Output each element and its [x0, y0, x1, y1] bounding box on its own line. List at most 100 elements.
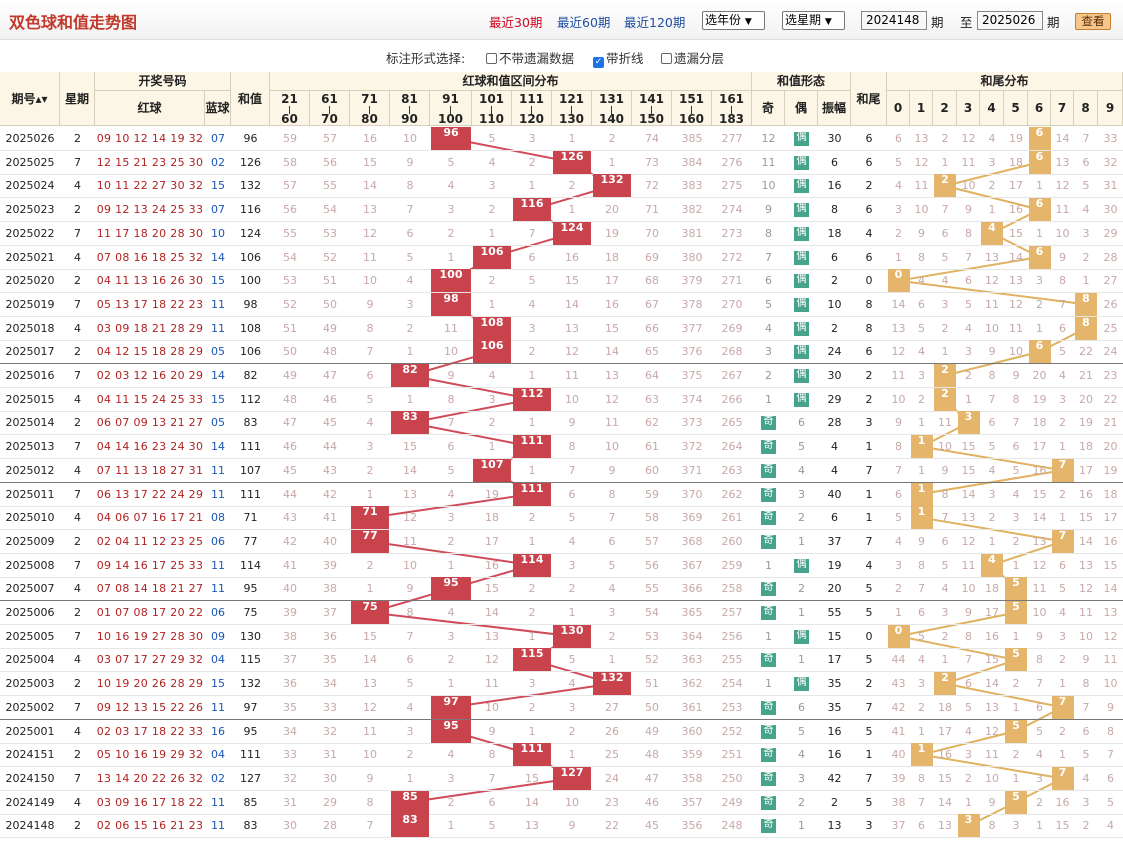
- miss-count: 46: [283, 440, 297, 454]
- tail-miss-count: 11: [985, 748, 999, 762]
- tail-miss-count: 26: [1103, 297, 1118, 311]
- blue-ball: 09: [211, 629, 225, 643]
- checkbox[interactable]: [661, 53, 672, 64]
- week-select[interactable]: 选星期 ▼: [782, 11, 845, 30]
- tail-hit-cell: 1: [910, 482, 933, 506]
- tail-miss-count: 14: [1103, 582, 1118, 596]
- header-range-2: 71 | 80: [350, 91, 390, 126]
- amplitude: 4: [831, 463, 838, 477]
- miss-count: 264: [721, 440, 743, 454]
- link-recent-60[interactable]: 最近60期: [557, 12, 610, 31]
- tail-miss-count: 3: [965, 748, 972, 762]
- tail-miss-count: 9: [918, 534, 925, 548]
- miss-count: 43: [283, 511, 297, 525]
- sum-value: 116: [240, 203, 261, 217]
- tail-miss-count: 4: [988, 132, 996, 145]
- miss-count: 12: [605, 392, 619, 406]
- issue-number: 2024151: [5, 748, 55, 762]
- link-recent-120[interactable]: 最近120期: [624, 12, 685, 31]
- tail-miss-count: 3: [895, 203, 902, 217]
- miss-count: 53: [323, 226, 337, 240]
- even-badge: 偶: [794, 226, 809, 241]
- header-odd: 奇: [752, 91, 785, 126]
- sum-hit-cell: 112: [513, 387, 551, 411]
- tail-miss-count: 10: [985, 321, 999, 335]
- tail-miss-count: 12: [985, 274, 999, 288]
- miss-count: 383: [681, 179, 703, 193]
- tail-miss-count: 15: [1103, 558, 1118, 572]
- amplitude: 4: [831, 440, 838, 454]
- tail-hit-cell: 6: [1028, 127, 1051, 150]
- miss-count: 273: [721, 226, 743, 240]
- miss-count: 59: [283, 132, 297, 145]
- miss-count: 1: [406, 392, 414, 406]
- tail-miss-count: 2: [1082, 819, 1090, 833]
- miss-count: 42: [283, 534, 297, 548]
- tail-hit-cell: 1: [910, 743, 933, 767]
- miss-count: 34: [323, 677, 337, 691]
- miss-count: 43: [323, 463, 337, 477]
- option-no-miss[interactable]: 不带遗漏数据: [486, 48, 574, 67]
- weekday: 2: [74, 606, 81, 619]
- miss-count: 6: [366, 369, 374, 382]
- miss-count: 11: [363, 724, 377, 738]
- issue-number: 2025005: [5, 629, 55, 643]
- miss-count: 1: [568, 203, 576, 217]
- miss-count: 1: [528, 724, 536, 738]
- tail-miss-count: 14: [985, 677, 999, 691]
- tail-hit-cell: 2: [934, 364, 956, 387]
- sum-value: 108: [240, 321, 261, 335]
- checkbox-checked[interactable]: ✓: [593, 57, 604, 68]
- weekday: 4: [74, 179, 81, 193]
- tail-miss-count: 18: [1103, 487, 1118, 501]
- tail-miss-count: 5: [1082, 748, 1090, 762]
- miss-count: 52: [645, 653, 659, 667]
- to-issue-input[interactable]: 2025026: [977, 11, 1043, 30]
- checkbox[interactable]: [486, 53, 497, 64]
- query-button[interactable]: 查看: [1075, 13, 1111, 30]
- tail-miss-count: 1: [1082, 274, 1090, 288]
- miss-count: 2: [366, 463, 374, 477]
- tail-miss-count: 6: [895, 132, 902, 145]
- even-miss: 1: [798, 819, 805, 833]
- tail-miss-count: 22: [1079, 345, 1093, 359]
- miss-count: 59: [645, 487, 659, 501]
- miss-count: 10: [565, 795, 579, 809]
- option-line[interactable]: ✓ 带折线: [593, 48, 644, 68]
- tail-miss-count: 9: [895, 416, 902, 430]
- miss-count: 12: [565, 345, 579, 359]
- even-miss: 6: [798, 416, 805, 430]
- sum-value: 85: [243, 795, 258, 809]
- from-issue-input[interactable]: 2024148: [861, 11, 927, 30]
- amplitude: 18: [827, 226, 842, 240]
- miss-count: 5: [488, 132, 496, 145]
- miss-count: 57: [323, 132, 337, 145]
- miss-count: 15: [363, 629, 377, 643]
- header-digit-7: 7: [1051, 91, 1074, 126]
- miss-count: 5: [406, 677, 414, 691]
- header-tail-dist: 和尾分布: [887, 72, 1123, 91]
- even-miss: 5: [798, 440, 805, 454]
- option-layer[interactable]: 遗漏分层: [661, 48, 724, 67]
- miss-count: 7: [406, 203, 414, 217]
- sum-hit-cell: 95: [431, 719, 471, 743]
- tail-miss-count: 1: [1059, 440, 1066, 454]
- sum-hit-cell: 106: [473, 245, 511, 269]
- tail-miss-count: 4: [918, 274, 925, 288]
- tail-miss-count: 13: [985, 250, 999, 264]
- chevron-down-icon: ▼: [824, 17, 832, 27]
- miss-count: 39: [323, 558, 337, 572]
- year-select[interactable]: 选年份 ▼: [702, 11, 765, 30]
- tail-miss-count: 14: [1032, 511, 1047, 525]
- tail-miss-count: 6: [1107, 771, 1114, 785]
- miss-count: 3: [528, 132, 536, 145]
- blue-ball: 06: [211, 606, 225, 619]
- miss-count: 7: [366, 345, 374, 359]
- tail-miss-count: 16: [1079, 487, 1093, 501]
- miss-count: 31: [323, 748, 337, 762]
- miss-count: 8: [366, 321, 374, 335]
- link-recent-30[interactable]: 最近30期: [489, 12, 542, 31]
- tail-value: 2: [865, 392, 873, 406]
- sum-hit-cell: 97: [431, 695, 471, 719]
- miss-count: 24: [605, 771, 619, 785]
